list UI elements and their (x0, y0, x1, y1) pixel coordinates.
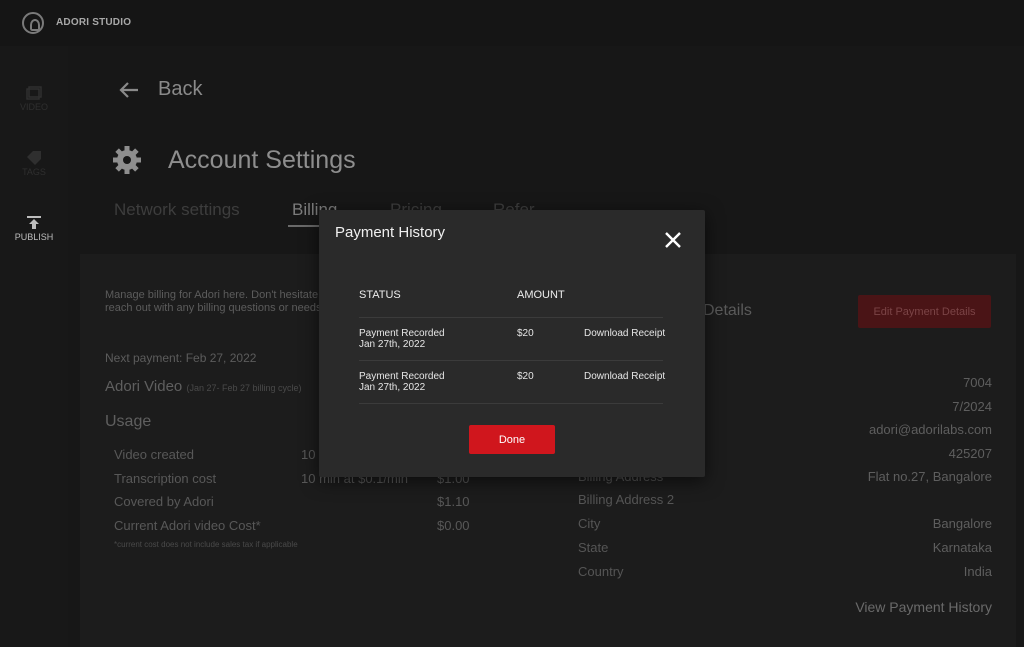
top-bar: ADORI STUDIO (0, 0, 1024, 46)
card-expiry-value: 7/2024 (952, 399, 992, 414)
billing-address-value: Flat no.27, Bangalore (867, 469, 992, 484)
payment-status: Payment Recorded Jan 27th, 2022 (359, 371, 445, 393)
usage-row: Current Adori video Cost* $0.00 (114, 518, 474, 534)
close-icon[interactable] (663, 230, 683, 250)
usage-note: *current cost does not include sales tax… (114, 540, 298, 549)
usage-heading: Usage (105, 413, 152, 430)
sidebar-item-label: TAGS (22, 167, 46, 177)
payment-status-text: Payment Recorded (359, 328, 445, 339)
usage-value: $0.00 (437, 518, 470, 533)
zip-value: 425207 (948, 446, 992, 461)
payment-status-text: Payment Recorded (359, 371, 445, 382)
publish-icon (27, 216, 41, 229)
billing-address-2-label: Billing Address 2 (578, 492, 675, 507)
sidebar-item-tags[interactable]: TAGS (0, 151, 68, 177)
download-receipt-link[interactable]: Download Receipt (584, 328, 665, 339)
payment-details-title: Details (703, 302, 752, 319)
usage-metric: 10 (301, 447, 316, 462)
page-title-row: Account Settings (112, 145, 356, 175)
payment-amount: $20 (517, 328, 534, 339)
usage-label: Transcription cost (114, 471, 217, 486)
modal-title: Payment History (335, 224, 446, 241)
tab-network-settings[interactable]: Network settings (114, 200, 240, 220)
plan-title: Adori Video (105, 378, 183, 395)
sidebar-item-publish[interactable]: PUBLISH (0, 216, 68, 242)
back-label: Back (158, 78, 203, 100)
sidebar-item-video[interactable]: VIDEO (0, 86, 68, 112)
payment-history-modal: Payment History STATUS AMOUNT Payment Re… (319, 210, 705, 477)
sidebar (0, 46, 68, 647)
usage-row: Covered by Adori $1.10 (114, 494, 474, 510)
sidebar-item-label: PUBLISH (14, 232, 54, 242)
amount-column-header: AMOUNT (517, 289, 565, 301)
usage-label: Covered by Adori (114, 494, 214, 509)
next-payment: Next payment: Feb 27, 2022 (105, 351, 257, 365)
page-title: Account Settings (168, 145, 356, 174)
download-receipt-link[interactable]: Download Receipt (584, 371, 665, 382)
done-button[interactable]: Done (469, 425, 555, 454)
email-value: adori@adorilabs.com (868, 422, 992, 437)
view-payment-history-link[interactable]: View Payment History (855, 599, 992, 615)
video-library-icon (26, 86, 42, 100)
gear-icon (113, 146, 141, 174)
usage-label: Video created (114, 447, 194, 462)
sidebar-item-label: VIDEO (19, 102, 48, 112)
adori-logo-icon[interactable] (22, 12, 44, 34)
payment-status: Payment Recorded Jan 27th, 2022 (359, 328, 445, 350)
payment-date: Jan 27th, 2022 (359, 339, 426, 350)
payment-amount: $20 (517, 371, 534, 382)
city-value: Bangalore (932, 516, 992, 531)
edit-payment-details-button[interactable]: Edit Payment Details (858, 295, 991, 328)
back-button[interactable]: Back (118, 78, 202, 101)
usage-value: $1.10 (437, 494, 470, 509)
brand-name: ADORI STUDIO (56, 17, 132, 28)
plan-cycle: (Jan 27- Feb 27 billing cycle) (186, 383, 302, 393)
tag-icon (27, 151, 41, 165)
billing-description: Manage billing for Adori here. Don't hes… (105, 289, 331, 314)
usage-label: Current Adori video Cost* (114, 518, 261, 533)
card-number-value: 7004 (963, 375, 992, 390)
table-row: Payment Recorded Jan 27th, 2022 $20 Down… (359, 361, 665, 404)
state-value: Karnataka (932, 540, 992, 555)
country-value: India (963, 564, 992, 579)
payment-date: Jan 27th, 2022 (359, 382, 426, 393)
country-label: Country (578, 564, 624, 579)
status-column-header: STATUS (359, 289, 401, 301)
plan-name: Adori Video (Jan 27- Feb 27 billing cycl… (105, 378, 302, 395)
state-label: State (578, 540, 609, 555)
arrow-left-icon (119, 81, 138, 98)
table-row: Payment Recorded Jan 27th, 2022 $20 Down… (359, 318, 665, 361)
city-label: City (578, 516, 601, 531)
